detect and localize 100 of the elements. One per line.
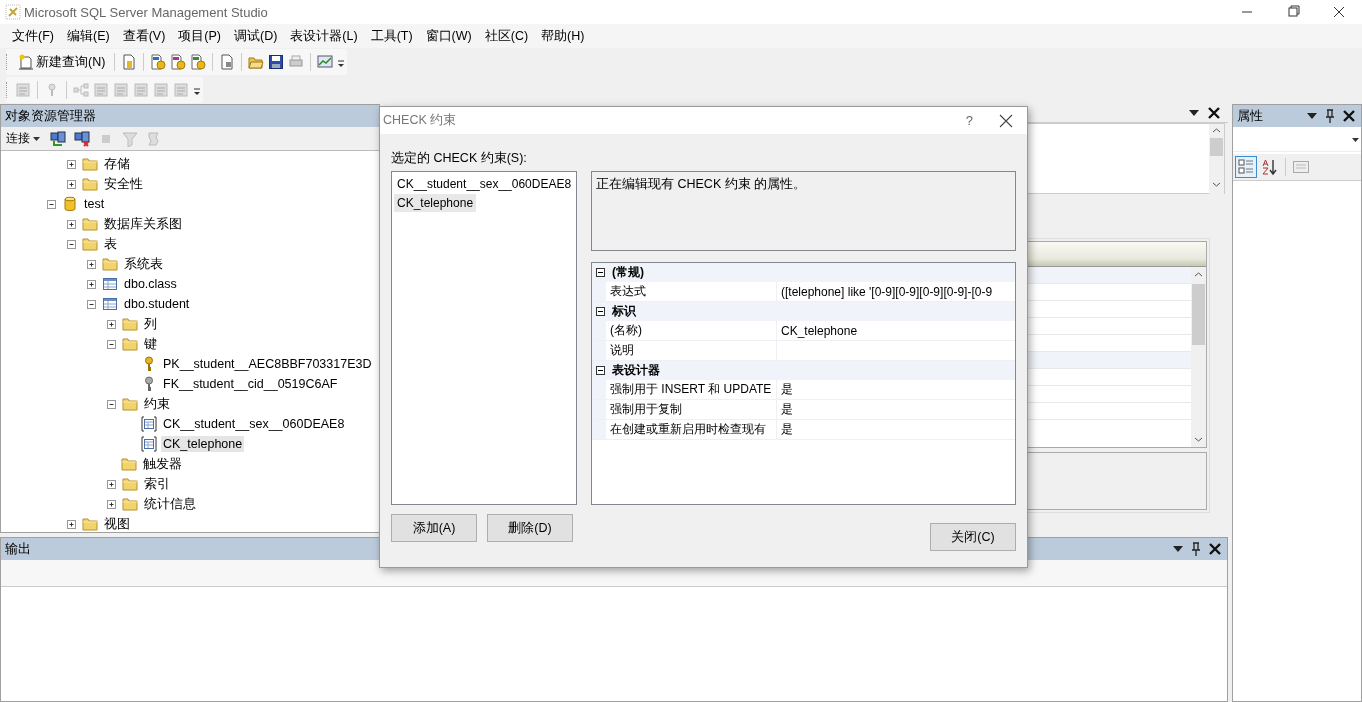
app-icon bbox=[5, 4, 21, 20]
table-icon bbox=[102, 276, 118, 292]
folder-icon bbox=[122, 476, 138, 492]
save-icon[interactable] bbox=[268, 54, 285, 70]
property-row[interactable]: (名称) CK_telephone bbox=[592, 321, 1015, 341]
property-name: 在创建或重新启用时检查现有 bbox=[606, 420, 777, 439]
close-button[interactable]: 关闭(C) bbox=[930, 523, 1016, 551]
close-icon[interactable] bbox=[999, 113, 1013, 128]
pin-icon[interactable] bbox=[1325, 109, 1335, 123]
close-icon[interactable] bbox=[1208, 107, 1220, 119]
expand-icon[interactable] bbox=[66, 158, 77, 170]
property-row[interactable]: 在创建或重新启用时检查现有 是 bbox=[592, 420, 1015, 440]
expand-icon[interactable] bbox=[86, 258, 97, 270]
categorized-icon[interactable] bbox=[1235, 156, 1257, 178]
tree-item[interactable]: 系统表 bbox=[122, 254, 165, 274]
expand-icon[interactable] bbox=[86, 278, 97, 290]
tree-item[interactable]: PK__student__AEC8BBF703317E3D bbox=[161, 356, 374, 372]
connect-button[interactable]: 连接 bbox=[4, 130, 42, 147]
tree-item[interactable]: dbo.class bbox=[122, 276, 179, 292]
tree-item[interactable]: 列 bbox=[142, 314, 159, 334]
tree-item[interactable]: CK_telephone bbox=[161, 436, 245, 452]
property-name: 强制用于复制 bbox=[606, 400, 777, 419]
tree-item[interactable]: 表 bbox=[102, 234, 119, 254]
chart-icon[interactable] bbox=[317, 54, 334, 70]
close-icon[interactable] bbox=[1209, 543, 1221, 555]
description-text: 正在编辑现有 CHECK 约束 的属性。 bbox=[591, 171, 1016, 251]
server-connect-icon[interactable] bbox=[50, 130, 66, 147]
constraint-icon bbox=[141, 416, 157, 432]
tree-item[interactable]: dbo.student bbox=[122, 296, 192, 312]
category-row[interactable]: 表设计器 bbox=[592, 361, 1015, 380]
category-label: (常规) bbox=[612, 264, 644, 281]
category-row[interactable]: (常规) bbox=[592, 263, 1015, 282]
caret-icon[interactable] bbox=[33, 136, 40, 141]
expand-icon[interactable] bbox=[66, 518, 77, 530]
collapse-icon[interactable] bbox=[596, 307, 605, 316]
menu-item[interactable]: 帮助(H) bbox=[535, 25, 591, 47]
property-value[interactable]: 是 bbox=[777, 400, 1015, 419]
category-row[interactable]: 标识 bbox=[592, 302, 1015, 321]
add-button[interactable]: 添加(A) bbox=[391, 514, 477, 542]
tree-item[interactable]: 数据库关系图 bbox=[102, 214, 184, 234]
expand-icon[interactable] bbox=[106, 318, 117, 330]
menu-item[interactable]: 工具(T) bbox=[364, 25, 419, 47]
tree-item[interactable]: 统计信息 bbox=[142, 494, 198, 514]
expand-icon[interactable] bbox=[106, 478, 117, 490]
property-row[interactable]: 强制用于复制 是 bbox=[592, 400, 1015, 420]
document-icon[interactable] bbox=[219, 54, 236, 70]
list-item[interactable]: CK_telephone bbox=[394, 194, 477, 212]
menu-item[interactable]: 社区(C) bbox=[478, 25, 535, 47]
panel-title: 输出 bbox=[5, 540, 31, 558]
menu-item[interactable]: 编辑(E) bbox=[60, 25, 116, 47]
dropdown-icon[interactable] bbox=[1173, 546, 1183, 552]
list-item[interactable]: CK__student__sex__060DEAE8 bbox=[394, 175, 575, 193]
tree-item[interactable]: CK__student__sex__060DEAE8 bbox=[161, 416, 347, 432]
menu-item[interactable]: 文件(F) bbox=[6, 25, 60, 47]
server-disconnect-icon[interactable] bbox=[74, 130, 90, 147]
tree-item[interactable]: 约束 bbox=[142, 394, 172, 414]
folder-icon bbox=[82, 176, 98, 192]
menu-item[interactable]: 查看(V) bbox=[116, 25, 172, 47]
menu-item[interactable]: 项目(P) bbox=[172, 25, 227, 47]
tree-item[interactable]: 视图 bbox=[102, 514, 132, 532]
scrollbar[interactable] bbox=[1209, 124, 1224, 194]
delete-button[interactable]: 删除(D) bbox=[487, 514, 573, 542]
tree-item[interactable]: FK__student__cid__0519C6AF bbox=[161, 376, 340, 392]
tree-item[interactable]: 触发器 bbox=[141, 454, 184, 474]
list-label: 选定的 CHECK 约束(S): bbox=[391, 150, 528, 165]
property-value[interactable]: 是 bbox=[777, 380, 1015, 399]
database-icon[interactable] bbox=[150, 54, 167, 70]
database-icon[interactable] bbox=[190, 54, 207, 70]
collapse-icon[interactable] bbox=[596, 366, 605, 375]
help-button[interactable]: ? bbox=[965, 113, 973, 128]
sort-alphabetical-icon[interactable] bbox=[1261, 158, 1279, 176]
close-icon[interactable] bbox=[1343, 110, 1355, 122]
database-icon[interactable] bbox=[170, 54, 187, 70]
category-label: 表设计器 bbox=[612, 362, 660, 379]
caret-icon[interactable] bbox=[1352, 138, 1359, 142]
menu-item[interactable]: 窗口(W) bbox=[419, 25, 478, 47]
collapse-icon[interactable] bbox=[596, 268, 605, 277]
folder-icon bbox=[121, 456, 137, 472]
dropdown-icon[interactable] bbox=[1189, 110, 1199, 116]
expand-icon[interactable] bbox=[66, 218, 77, 230]
scrollbar[interactable] bbox=[1191, 267, 1206, 447]
folder-icon bbox=[102, 256, 118, 272]
folder-icon bbox=[122, 316, 138, 332]
tree-item[interactable]: 安全性 bbox=[102, 174, 145, 194]
property-value[interactable]: ([telephone] like '[0-9][0-9][0-9][0-9]-[0-9 bbox=[777, 282, 1015, 301]
document-icon[interactable] bbox=[121, 54, 138, 70]
expand-icon[interactable] bbox=[66, 178, 77, 190]
menu-item[interactable]: 表设计器(L) bbox=[284, 25, 364, 47]
property-value[interactable]: CK_telephone bbox=[777, 321, 1015, 340]
tree-item[interactable]: test bbox=[82, 196, 107, 212]
property-row[interactable]: 强制用于 INSERT 和 UPDATE 是 bbox=[592, 380, 1015, 400]
expand-icon[interactable] bbox=[106, 498, 117, 510]
property-value[interactable]: 是 bbox=[777, 420, 1015, 439]
new-query-icon[interactable] bbox=[18, 54, 34, 70]
pin-icon[interactable] bbox=[1191, 542, 1201, 556]
dropdown-icon[interactable] bbox=[1307, 113, 1317, 119]
tree-item[interactable]: 存储 bbox=[102, 154, 132, 174]
tree-item[interactable]: 键 bbox=[142, 334, 159, 354]
menu-item[interactable]: 调试(D) bbox=[228, 25, 284, 47]
tree-item[interactable]: 索引 bbox=[142, 474, 172, 494]
